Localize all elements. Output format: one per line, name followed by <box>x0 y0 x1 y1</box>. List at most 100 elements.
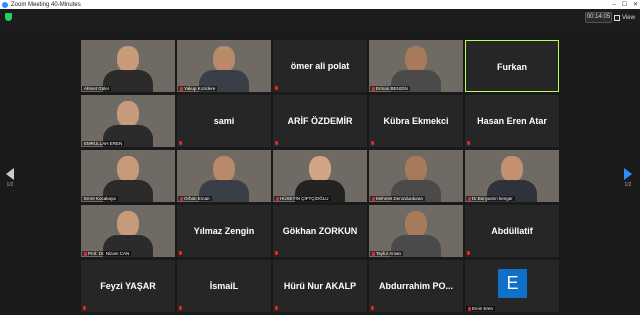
title-bar: Zoom Meeting 40-Minutes – ☐ ✕ <box>0 0 640 9</box>
muted-mic-icon <box>468 196 471 201</box>
chevron-left-icon <box>6 168 14 180</box>
participant-name: Hasan Eren Atar <box>477 116 547 126</box>
participant-tile[interactable]: HÜSEYİN ÇİFTÇİOĞLU <box>273 150 367 202</box>
muted-mic-icon <box>84 251 87 256</box>
participant-name: Feyzi YAŞAR <box>100 281 156 291</box>
participant-tile[interactable]: Gökhan ZORKUN <box>273 205 367 257</box>
grid-view-icon <box>614 14 620 21</box>
participant-tile[interactable]: Hasan Eren Atar <box>465 95 559 147</box>
muted-mic-icon <box>179 306 182 310</box>
minimize-icon[interactable]: – <box>612 2 615 8</box>
meeting-timer: 00:14:05 <box>585 12 612 23</box>
participant-name: Ahmet Güler <box>84 86 110 91</box>
muted-mic-icon <box>83 306 86 310</box>
participant-name: sami <box>213 116 235 126</box>
muted-mic-icon <box>467 141 470 145</box>
window-title: Zoom Meeting 40-Minutes <box>11 1 81 8</box>
participant-name: Emre Kocakaya <box>84 196 116 201</box>
participant-nametag: Ahmet Güler <box>82 86 112 91</box>
muted-mic-icon <box>275 141 278 145</box>
participant-tile[interactable]: sami <box>177 95 271 147</box>
participant-tile[interactable]: Kübra Ekmekci <box>369 95 463 147</box>
participant-nametag: EMRULLAH EREN <box>82 141 125 146</box>
page-indicator-right: 1/2 <box>624 182 632 188</box>
participant-name: Orhan Ercan <box>184 196 210 201</box>
participant-nametag: Emin Eren <box>466 306 496 311</box>
meeting-top-bar <box>0 9 640 30</box>
participant-name: Kübra Ekmekci <box>383 116 449 126</box>
participant-name: EMRULLAH EREN <box>84 141 123 146</box>
participant-tile[interactable]: Abdüllatif <box>465 205 559 257</box>
muted-mic-icon <box>467 251 470 255</box>
muted-mic-icon <box>179 141 182 145</box>
next-page-button[interactable]: 1/2 <box>622 168 634 188</box>
maximize-icon[interactable]: ☐ <box>622 1 627 8</box>
participant-tile[interactable]: Dr.Bünyamin kenger <box>465 150 559 202</box>
participant-name: Abdüllatif <box>491 226 533 236</box>
participant-tile[interactable]: Mehmet Denizdurduran <box>369 150 463 202</box>
participant-nametag: Mehmet Denizdurduran <box>370 196 426 201</box>
participant-tile[interactable]: Prof. Dr. Nizam CAN <box>81 205 175 257</box>
participant-name: Mehmet Denizdurduran <box>376 196 424 201</box>
participant-tile[interactable]: ARİF ÖZDEMİR <box>273 95 367 147</box>
participant-nametag: Erman BENGİN <box>370 86 410 91</box>
muted-mic-icon <box>179 251 182 255</box>
participant-tile[interactable]: Ahmet Güler <box>81 40 175 92</box>
participant-tile[interactable]: E Emin Eren <box>465 260 559 312</box>
participant-tile[interactable]: EMRULLAH EREN <box>81 95 175 147</box>
muted-mic-icon <box>468 306 471 311</box>
participant-name: Hürü Nur AKALP <box>283 281 357 291</box>
page-indicator-left: 1/2 <box>6 182 14 188</box>
participant-nametag: Emre Kocakaya <box>82 196 118 201</box>
participant-nametag: Tayfur Aman <box>370 251 404 256</box>
participant-tile[interactable]: Tayfur Aman <box>369 205 463 257</box>
muted-mic-icon <box>275 251 278 255</box>
participant-nametag: Yakup Kızıldere <box>178 86 218 91</box>
participant-name: Gökhan ZORKUN <box>282 226 358 236</box>
muted-mic-icon <box>372 196 375 201</box>
participant-tile[interactable]: Yakup Kızıldere <box>177 40 271 92</box>
participant-tile[interactable]: Furkan <box>465 40 559 92</box>
participant-name: ömer ali polat <box>290 61 350 71</box>
muted-mic-icon <box>275 86 278 90</box>
muted-mic-icon <box>372 86 375 91</box>
participant-name: Tayfur Aman <box>376 251 402 256</box>
window-controls: – ☐ ✕ <box>612 0 638 9</box>
participant-name: HÜSEYİN ÇİFTÇİOĞLU <box>280 196 329 201</box>
participant-tile[interactable]: Orhan Ercan <box>177 150 271 202</box>
participant-tile[interactable]: Erman BENGİN <box>369 40 463 92</box>
participant-tile[interactable]: Abdurrahim PO... <box>369 260 463 312</box>
muted-mic-icon <box>180 86 183 91</box>
participant-name: ARİF ÖZDEMİR <box>287 116 353 126</box>
participant-name: Erman BENGİN <box>376 86 408 91</box>
muted-mic-icon <box>275 306 278 310</box>
view-label: View <box>622 14 635 21</box>
view-button[interactable]: View <box>614 12 635 23</box>
muted-mic-icon <box>180 196 183 201</box>
participant-tile[interactable]: İsmaiL <box>177 260 271 312</box>
participant-nametag: Prof. Dr. Nizam CAN <box>82 251 132 256</box>
zoom-app-icon <box>2 1 8 8</box>
participant-name: Furkan <box>496 62 527 72</box>
participant-tile[interactable]: Emre Kocakaya <box>81 150 175 202</box>
participant-tile[interactable]: Yılmaz Zengin <box>177 205 271 257</box>
encryption-shield-icon[interactable] <box>5 13 12 21</box>
muted-mic-icon <box>372 251 375 256</box>
participant-nametag: Orhan Ercan <box>178 196 212 201</box>
participant-tile[interactable]: Feyzi YAŞAR <box>81 260 175 312</box>
muted-mic-icon <box>276 196 279 201</box>
close-icon[interactable]: ✕ <box>633 1 638 8</box>
muted-mic-icon <box>371 306 374 310</box>
previous-page-button[interactable]: 1/2 <box>4 168 16 188</box>
participant-name: Emin Eren <box>472 306 494 311</box>
participant-nametag: Dr.Bünyamin kenger <box>466 196 515 201</box>
participant-name: Abdurrahim PO... <box>378 281 453 291</box>
participant-name: Yılmaz Zengin <box>193 226 255 236</box>
participant-name: Prof. Dr. Nizam CAN <box>88 251 130 256</box>
chevron-right-icon <box>624 168 632 180</box>
participant-name: İsmaiL <box>209 281 239 291</box>
participant-avatar: E <box>498 269 527 298</box>
participant-name: Dr.Bünyamin kenger <box>472 196 513 201</box>
participant-tile[interactable]: ömer ali polat <box>273 40 367 92</box>
participant-tile[interactable]: Hürü Nur AKALP <box>273 260 367 312</box>
